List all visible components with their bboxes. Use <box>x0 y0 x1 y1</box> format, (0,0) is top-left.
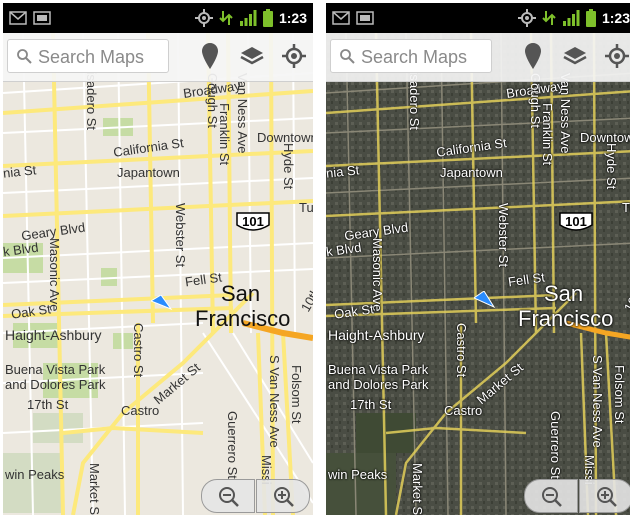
map-label: Van Ness Ave <box>558 73 573 154</box>
city-label-line1: San <box>544 281 584 306</box>
map-label: Buena Vista Park <box>328 362 429 377</box>
map-label: Tu <box>622 200 630 215</box>
gps-icon <box>194 9 213 27</box>
email-icon <box>332 11 350 25</box>
zoom-out-icon <box>542 487 562 507</box>
battery-icon <box>585 9 596 27</box>
map-label: Haight-Ashbury <box>5 327 102 343</box>
pin-icon <box>202 43 218 69</box>
pin-icon <box>525 43 541 69</box>
search-icon <box>340 49 355 64</box>
clock: 1:23 <box>278 10 307 26</box>
zoom-controls <box>201 479 311 513</box>
layers-icon <box>563 47 587 65</box>
map-label: Masonic Ave <box>47 238 62 312</box>
my-location-marker[interactable] <box>474 291 498 309</box>
map-label: Castro St <box>454 323 469 378</box>
map-label: nia St <box>3 162 37 181</box>
zoom-in-icon <box>597 487 617 507</box>
data-3g-icon <box>219 11 233 25</box>
layers-button[interactable] <box>235 39 269 73</box>
map-label: win Peaks <box>328 467 388 482</box>
signal-icon <box>562 10 580 26</box>
places-button[interactable] <box>193 39 227 73</box>
map-label: Hyde St <box>281 143 296 190</box>
status-bar: 1:23 <box>326 3 630 33</box>
map-label: Folsom St <box>289 365 304 424</box>
phone-satellite-view: 1:23 visadero St Broadway California St … <box>326 3 630 515</box>
map-label: S Van Ness Ave <box>267 355 282 448</box>
map-label: Japantown <box>117 165 180 180</box>
map-label: Guerrero St <box>225 411 240 479</box>
zoom-in-button[interactable] <box>256 479 310 513</box>
clock: 1:23 <box>601 10 630 26</box>
city-label-line2: Francisco <box>518 306 614 331</box>
signal-icon <box>239 10 257 26</box>
map-label: Castro <box>444 403 483 418</box>
map-label: Franklin St <box>217 103 232 166</box>
my-location-marker[interactable] <box>151 295 175 311</box>
map-label: Market St <box>410 463 425 515</box>
map-label: S Van Ness Ave <box>590 355 605 448</box>
map-label: 17th St <box>350 397 392 412</box>
zoom-controls <box>524 479 630 513</box>
map-canvas[interactable]: visadero St Broadway California St Downt… <box>326 33 630 515</box>
map-label: Castro St <box>131 323 146 378</box>
email-icon <box>9 11 27 25</box>
map-label: Guerrero St <box>548 411 563 479</box>
layers-icon <box>240 47 264 65</box>
zoom-out-button[interactable] <box>524 479 578 513</box>
map-label: 17th St <box>27 397 69 412</box>
status-bar: 1:23 <box>3 3 313 33</box>
map-label: Buena Vista Park <box>5 362 106 377</box>
map-label: win Peaks <box>5 467 65 482</box>
places-button[interactable] <box>516 39 550 73</box>
highway-shield: 101 <box>235 211 271 233</box>
battery-icon <box>262 9 273 27</box>
my-location-icon <box>605 44 629 68</box>
my-location-icon <box>282 44 306 68</box>
data-3g-icon <box>542 11 556 25</box>
map-label: Japantown <box>440 165 503 180</box>
map-label: Masonic Ave <box>370 238 385 312</box>
city-label-line2: Francisco <box>195 306 291 331</box>
map-label: nia St <box>326 162 360 181</box>
map-label: Franklin St <box>540 103 555 166</box>
highway-shield: 101 <box>558 211 594 233</box>
map-label: Folsom St <box>612 365 627 424</box>
map-label: and Dolores Park <box>5 377 106 392</box>
gps-icon <box>517 9 536 27</box>
map-label: Haight-Ashbury <box>328 327 425 343</box>
maps-toolbar <box>3 33 313 82</box>
search-input[interactable] <box>359 42 491 72</box>
map-label: Tu <box>299 200 313 215</box>
zoom-in-button[interactable] <box>579 479 630 513</box>
my-location-button[interactable] <box>600 39 630 73</box>
map-label: Webster St <box>173 203 188 268</box>
maps-toolbar <box>326 33 630 82</box>
my-location-button[interactable] <box>277 39 311 73</box>
map-label: Webster St <box>496 203 511 268</box>
map-label: Hyde St <box>604 143 619 190</box>
map-label: Market St <box>87 463 102 515</box>
city-label-line1: San <box>221 281 261 306</box>
layers-button[interactable] <box>558 39 592 73</box>
zoom-out-button[interactable] <box>201 479 255 513</box>
zoom-out-icon <box>219 487 239 507</box>
map-label: and Dolores Park <box>328 377 429 392</box>
search-icon <box>17 49 32 64</box>
map-label: Van Ness Ave <box>235 73 250 154</box>
search-input[interactable] <box>36 42 168 72</box>
screenshot-icon <box>33 11 51 25</box>
search-box[interactable] <box>330 39 492 73</box>
zoom-in-icon <box>274 487 294 507</box>
map-canvas[interactable]: visadero St Broadway California St Downt… <box>3 33 313 515</box>
screenshot-icon <box>356 11 374 25</box>
phone-map-view: 1:23 visadero St Broadway California St … <box>3 3 313 515</box>
map-label: Castro <box>121 403 160 418</box>
search-box[interactable] <box>7 39 169 73</box>
